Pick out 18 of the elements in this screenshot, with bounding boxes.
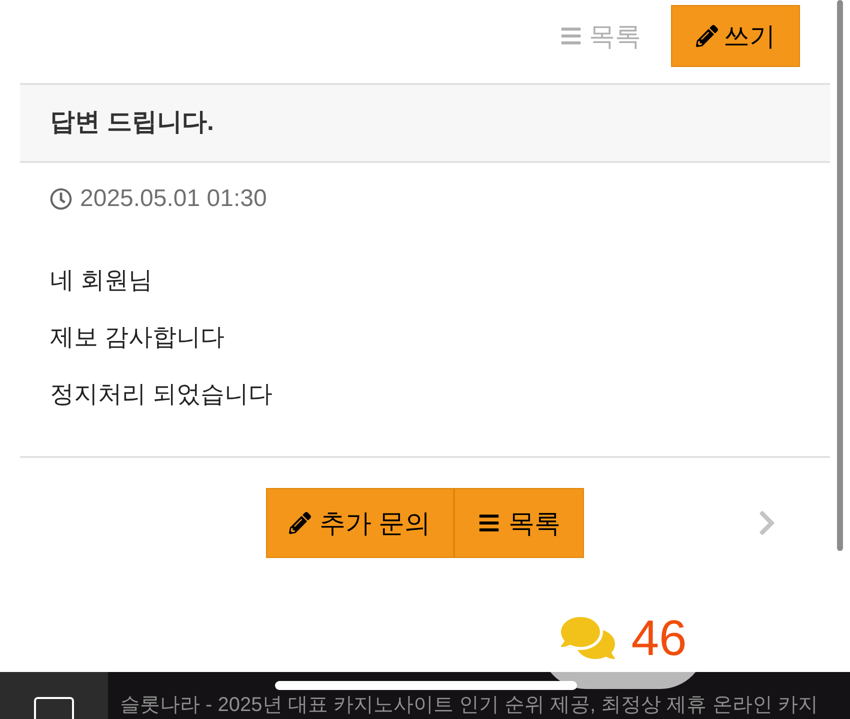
tab-tile[interactable] <box>0 672 108 719</box>
post-title: 답변 드립니다. <box>50 107 214 138</box>
pencil-icon <box>289 512 312 534</box>
banner-text: 슬롯나라 - 2025년 대표 카지노사이트 인기 순위 제공, 최정상 제휴 온라인 카지 <box>120 693 818 717</box>
comment-count: 46 <box>631 613 687 663</box>
list-button[interactable]: 목록 <box>454 488 584 558</box>
menu-icon <box>559 25 583 47</box>
write-button[interactable]: 쓰기 <box>671 5 800 67</box>
pencil-icon <box>696 25 718 47</box>
square-outline-icon <box>34 697 74 719</box>
post-date: 2025.05.01 01:30 <box>80 187 267 211</box>
body-text: 정지처리 되었습니다 <box>50 380 274 410</box>
menu-icon <box>476 512 501 534</box>
clock-icon <box>50 188 72 210</box>
body-text: 제보 감사합니다 <box>50 323 226 353</box>
chat-bubbles-icon <box>559 614 618 662</box>
body-text: 네 회원님 <box>50 266 154 296</box>
add-inquiry-button[interactable]: 추가 문의 <box>266 488 454 558</box>
